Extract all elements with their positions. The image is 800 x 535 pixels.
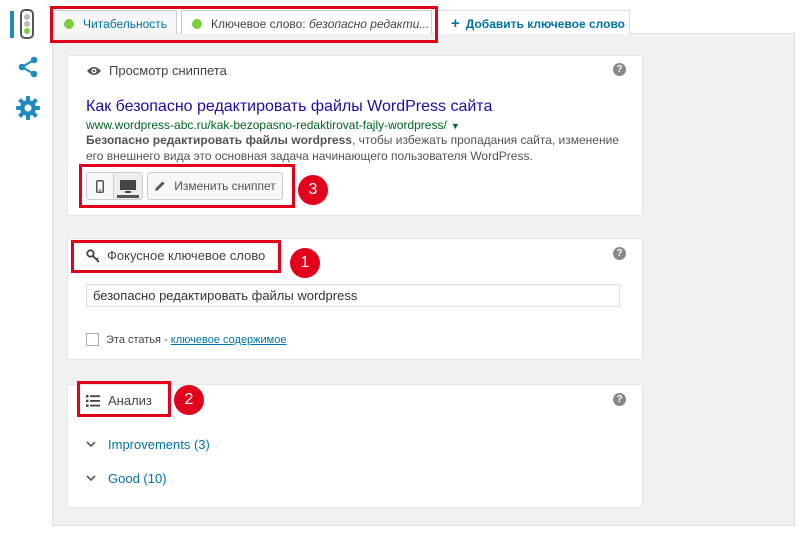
plus-icon: + <box>451 15 460 32</box>
annotation-box-tabs <box>50 6 438 43</box>
results-good-label: Good (10) <box>108 471 167 486</box>
active-indicator <box>10 11 14 38</box>
annotation-number-2: 2 <box>174 385 204 415</box>
help-icon[interactable]: ? <box>613 247 626 260</box>
cornerstone-checkbox[interactable] <box>86 333 99 346</box>
share-icon[interactable] <box>16 55 40 79</box>
cornerstone-label: Эта статья - ключевое содержимое <box>106 334 286 346</box>
add-keyword-tab[interactable]: + Добавить ключевое слово <box>437 10 630 36</box>
caret-down-icon: ▼ <box>450 121 460 131</box>
add-keyword-label: Добавить ключевое слово <box>465 16 625 31</box>
traffic-light-body <box>20 9 34 39</box>
snippet-desc-keyword: Безопасно редактировать файлы wordpress <box>86 133 352 147</box>
annotation-number-3: 3 <box>298 175 328 205</box>
results-improvements-toggle[interactable]: Improvements (3) <box>86 437 210 452</box>
results-good-toggle[interactable]: Good (10) <box>86 471 167 486</box>
traffic-light-icon[interactable] <box>10 8 40 40</box>
light-dot-green <box>24 28 30 34</box>
chevron-down-icon <box>86 441 96 448</box>
light-dot-red <box>24 14 30 20</box>
cornerstone-prefix: Эта статья - <box>106 334 171 346</box>
help-icon[interactable]: ? <box>613 393 626 406</box>
light-dot-orange <box>24 21 30 27</box>
annotation-box-analysis <box>77 381 171 417</box>
help-icon[interactable]: ? <box>613 63 626 76</box>
eye-icon <box>87 66 101 75</box>
annotation-box-focus-keyword <box>71 240 281 273</box>
gear-icon[interactable] <box>15 95 41 121</box>
chevron-down-icon <box>86 475 96 482</box>
snippet-panel-title[interactable]: Просмотр сниппета <box>86 63 227 78</box>
snippet-preview-description[interactable]: Безопасно редактировать файлы wordpress,… <box>86 132 636 164</box>
snippet-preview-url: www.wordpress-abc.ru/kak-bezopasno-redak… <box>86 118 460 132</box>
results-improvements-label: Improvements (3) <box>108 437 210 452</box>
focus-keyword-input[interactable]: безопасно редактировать файлы wordpress <box>86 284 620 307</box>
snippet-url-text: www.wordpress-abc.ru/kak-bezopasno-redak… <box>86 118 447 132</box>
snippet-title-label: Просмотр сниппета <box>109 63 227 78</box>
annotation-number-1: 1 <box>290 248 320 278</box>
snippet-preview-title[interactable]: Как безопасно редактировать файлы WordPr… <box>86 98 492 116</box>
cornerstone-link[interactable]: ключевое содержимое <box>171 334 287 346</box>
annotation-box-snippet-buttons <box>79 164 295 208</box>
